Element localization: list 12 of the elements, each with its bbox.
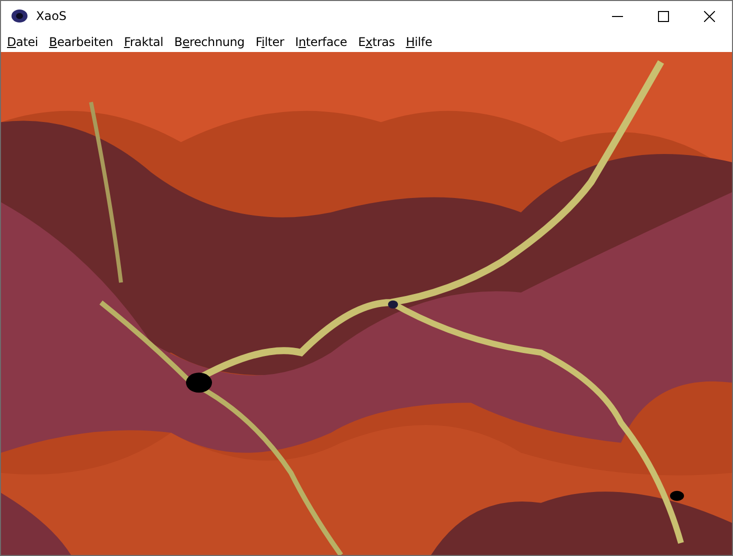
menu-item[interactable]: Bearbeiten (44, 31, 119, 52)
menu-item[interactable]: Fraktal (118, 31, 170, 52)
window-title: XaoS (36, 9, 68, 23)
app-icon (11, 9, 28, 23)
menu-item[interactable]: Filter (250, 31, 290, 52)
menu-item[interactable]: Berechnung (169, 31, 251, 52)
menu-item[interactable]: Hilfe (400, 31, 438, 52)
menu-item[interactable]: Extras (353, 31, 401, 52)
menu-item[interactable]: Datei (2, 31, 44, 52)
close-icon (704, 10, 714, 22)
menu-item[interactable]: Interface (290, 31, 354, 52)
maximize-icon (658, 10, 668, 22)
